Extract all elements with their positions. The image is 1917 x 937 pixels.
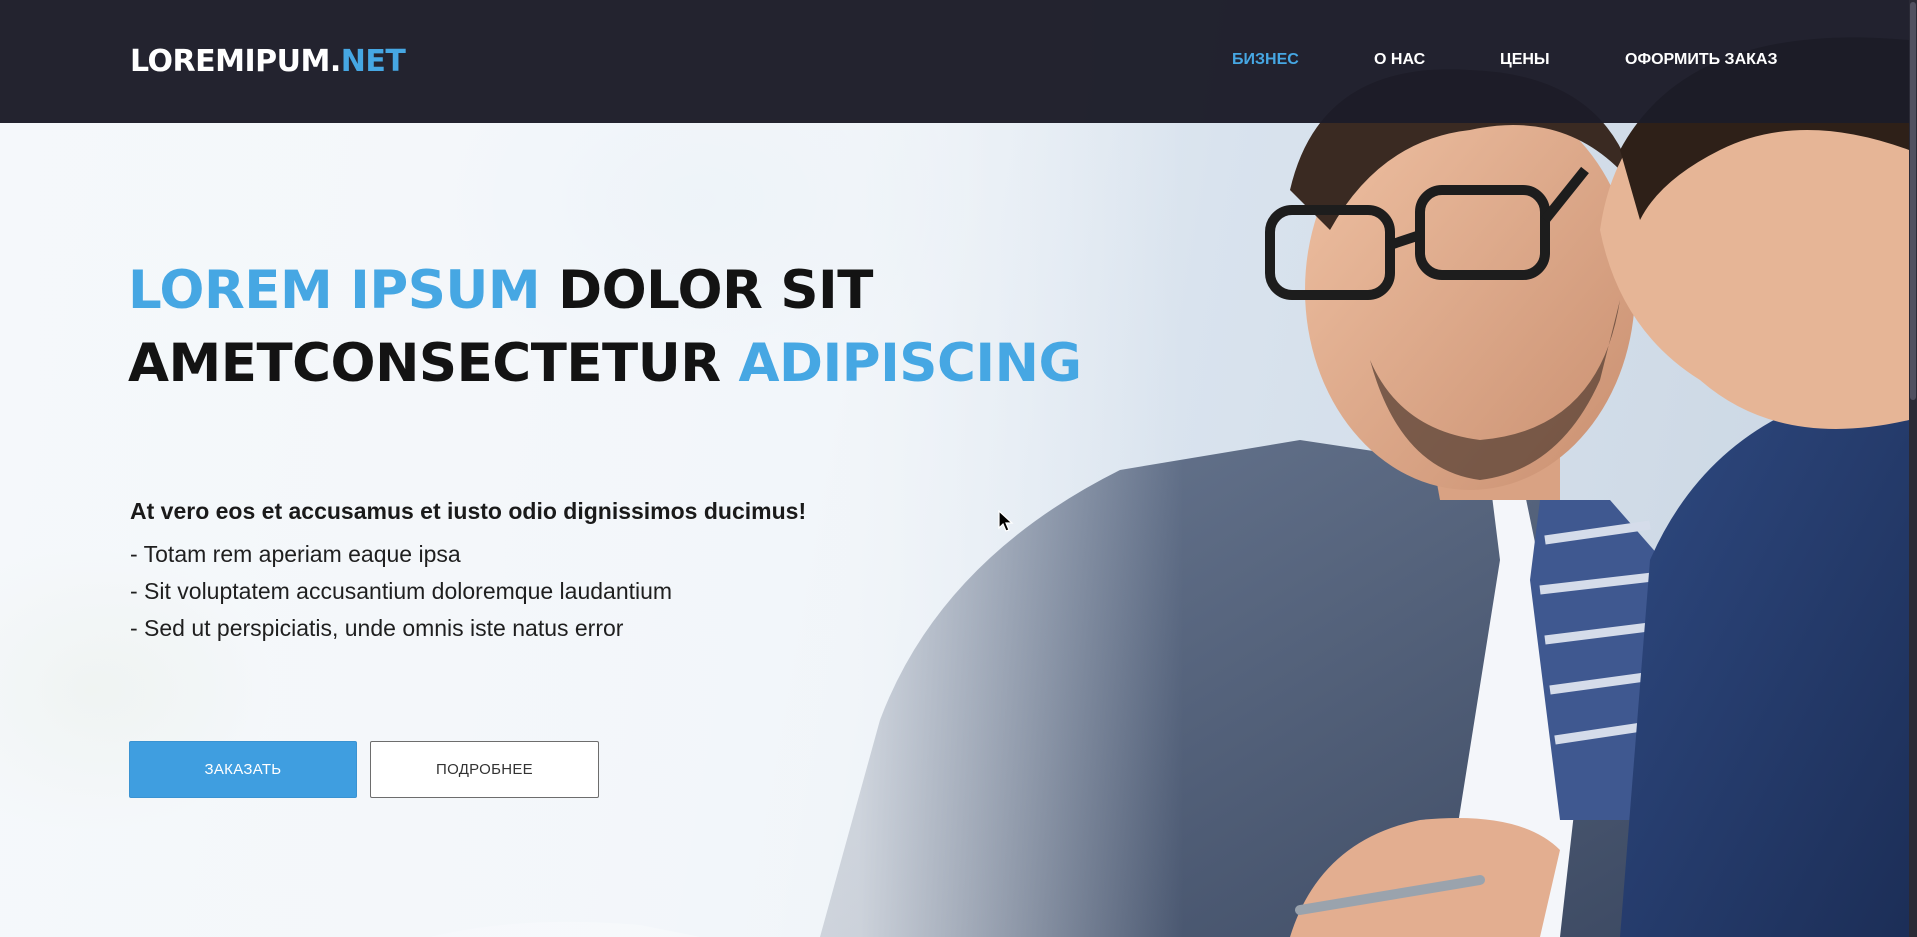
mouse-cursor-icon bbox=[998, 510, 1014, 532]
hero-bullet-1: - Totam rem aperiam eaque ipsa bbox=[130, 541, 461, 567]
site-logo[interactable]: LOREMIPUM.NET bbox=[130, 44, 406, 79]
scrollbar-thumb[interactable] bbox=[1910, 2, 1916, 400]
logo-main: LOREMIPUM. bbox=[130, 44, 341, 79]
nav-business[interactable]: БИЗНЕС bbox=[1232, 51, 1299, 69]
hero-bullet-3: - Sed ut perspiciatis, unde omnis iste n… bbox=[130, 615, 624, 641]
nav-order[interactable]: ОФОРМИТЬ ЗАКАЗ bbox=[1625, 51, 1777, 69]
logo-accent: NET bbox=[340, 44, 406, 79]
hero-bullet-2: - Sit voluptatem accusantium doloremque … bbox=[130, 578, 673, 604]
headline-part2: DOLOR SIT bbox=[558, 260, 873, 321]
nav-about[interactable]: О НАС bbox=[1374, 51, 1425, 69]
page: LOREMIPUM.NET БИЗНЕС О НАС ЦЕНЫ ОФОРМИТЬ… bbox=[0, 0, 1909, 937]
hero-headline: LOREM IPSUM DOLOR SIT AMETCONSECTETUR AD… bbox=[128, 254, 1128, 400]
hero-lead: At vero eos et accusamus et iusto odio d… bbox=[130, 498, 807, 524]
site-header: LOREMIPUM.NET БИЗНЕС О НАС ЦЕНЫ ОФОРМИТЬ… bbox=[0, 0, 1909, 123]
headline-part1: LOREM IPSUM bbox=[128, 260, 541, 321]
more-details-button[interactable]: ПОДРОБНЕЕ bbox=[370, 741, 599, 798]
headline-part4: ADIPISCING bbox=[738, 333, 1082, 394]
headline-part3: AMETCONSECTETUR bbox=[128, 333, 721, 394]
order-button[interactable]: ЗАКАЗАТЬ bbox=[129, 741, 357, 798]
nav-prices[interactable]: ЦЕНЫ bbox=[1500, 51, 1550, 69]
